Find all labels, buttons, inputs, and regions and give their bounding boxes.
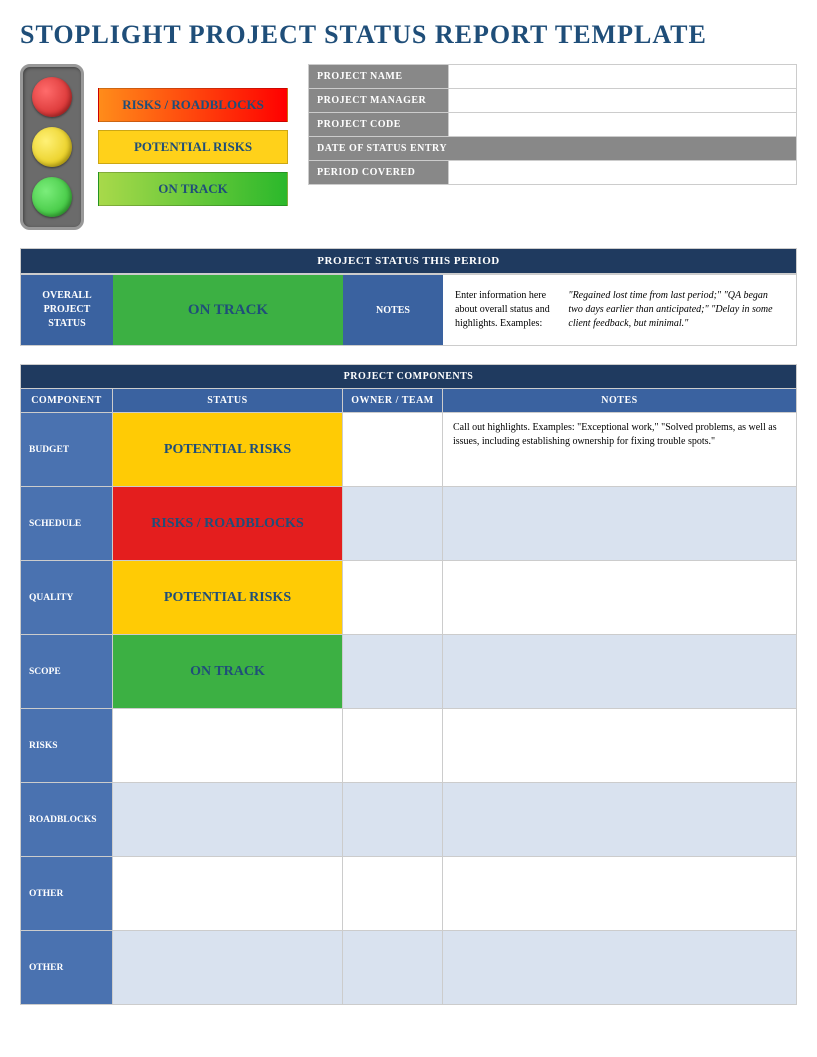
component-notes[interactable] bbox=[443, 487, 797, 561]
status-period-header: PROJECT STATUS THIS PERIOD bbox=[20, 248, 797, 274]
component-row-label: OTHER bbox=[21, 931, 113, 1005]
project-info-table: PROJECT NAME PROJECT MANAGER PROJECT COD… bbox=[308, 64, 797, 185]
component-status bbox=[113, 931, 343, 1005]
overall-status-value: ON TRACK bbox=[113, 275, 343, 345]
component-row-label: SCHEDULE bbox=[21, 487, 113, 561]
component-row-label: ROADBLOCKS bbox=[21, 783, 113, 857]
info-project-code-label: PROJECT CODE bbox=[309, 113, 449, 137]
component-row-label: BUDGET bbox=[21, 413, 113, 487]
notes-label: NOTES bbox=[343, 275, 443, 345]
stoplight-green-icon bbox=[32, 177, 72, 217]
notes-value[interactable]: Enter information here about overall sta… bbox=[443, 275, 796, 345]
info-project-code-value[interactable] bbox=[449, 113, 797, 137]
component-owner[interactable] bbox=[343, 413, 443, 487]
status-period-section: PROJECT STATUS THIS PERIOD OVERALL PROJE… bbox=[20, 248, 797, 346]
overall-status-label: OVERALL PROJECT STATUS bbox=[21, 275, 113, 345]
component-status: POTENTIAL RISKS bbox=[113, 413, 343, 487]
stoplight-icon bbox=[20, 64, 84, 230]
component-notes[interactable] bbox=[443, 857, 797, 931]
component-notes[interactable] bbox=[443, 561, 797, 635]
col-component: COMPONENT bbox=[21, 389, 113, 413]
header-row: RISKS / ROADBLOCKS POTENTIAL RISKS ON TR… bbox=[20, 64, 797, 230]
col-notes: NOTES bbox=[443, 389, 797, 413]
component-status: ON TRACK bbox=[113, 635, 343, 709]
component-status bbox=[113, 783, 343, 857]
info-period-label: PERIOD COVERED bbox=[309, 161, 449, 185]
component-owner[interactable] bbox=[343, 783, 443, 857]
components-table: PROJECT COMPONENTS COMPONENT STATUS OWNE… bbox=[20, 364, 797, 1005]
info-project-manager-label: PROJECT MANAGER bbox=[309, 89, 449, 113]
component-notes[interactable]: Call out highlights. Examples: "Exceptio… bbox=[443, 413, 797, 487]
component-row-label: OTHER bbox=[21, 857, 113, 931]
component-row-label: RISKS bbox=[21, 709, 113, 783]
components-header: PROJECT COMPONENTS bbox=[21, 365, 797, 389]
info-period-value[interactable] bbox=[449, 161, 797, 185]
component-owner[interactable] bbox=[343, 857, 443, 931]
info-project-name-value[interactable] bbox=[449, 65, 797, 89]
component-row-label: SCOPE bbox=[21, 635, 113, 709]
component-owner[interactable] bbox=[343, 487, 443, 561]
component-status bbox=[113, 857, 343, 931]
component-notes[interactable] bbox=[443, 783, 797, 857]
legend-green: ON TRACK bbox=[98, 172, 288, 206]
component-owner[interactable] bbox=[343, 561, 443, 635]
stoplight-yellow-icon bbox=[32, 127, 72, 167]
stoplight-red-icon bbox=[32, 77, 72, 117]
info-date-label: DATE OF STATUS ENTRY bbox=[309, 137, 797, 161]
component-owner[interactable] bbox=[343, 709, 443, 783]
stoplight-legend-box: RISKS / ROADBLOCKS POTENTIAL RISKS ON TR… bbox=[20, 64, 288, 230]
info-project-manager-value[interactable] bbox=[449, 89, 797, 113]
component-notes[interactable] bbox=[443, 635, 797, 709]
page-title: STOPLIGHT PROJECT STATUS REPORT TEMPLATE bbox=[20, 20, 797, 50]
notes-intro: Enter information here about overall sta… bbox=[455, 289, 568, 331]
status-period-row: OVERALL PROJECT STATUS ON TRACK NOTES En… bbox=[20, 274, 797, 346]
component-status: POTENTIAL RISKS bbox=[113, 561, 343, 635]
component-status bbox=[113, 709, 343, 783]
info-project-name-label: PROJECT NAME bbox=[309, 65, 449, 89]
col-status: STATUS bbox=[113, 389, 343, 413]
notes-example: "Regained lost time from last period;" "… bbox=[568, 289, 784, 331]
component-notes[interactable] bbox=[443, 931, 797, 1005]
component-owner[interactable] bbox=[343, 931, 443, 1005]
component-notes[interactable] bbox=[443, 709, 797, 783]
component-row-label: QUALITY bbox=[21, 561, 113, 635]
legend: RISKS / ROADBLOCKS POTENTIAL RISKS ON TR… bbox=[98, 88, 288, 206]
component-owner[interactable] bbox=[343, 635, 443, 709]
col-owner: OWNER / TEAM bbox=[343, 389, 443, 413]
component-status: RISKS / ROADBLOCKS bbox=[113, 487, 343, 561]
legend-red: RISKS / ROADBLOCKS bbox=[98, 88, 288, 122]
legend-yellow: POTENTIAL RISKS bbox=[98, 130, 288, 164]
